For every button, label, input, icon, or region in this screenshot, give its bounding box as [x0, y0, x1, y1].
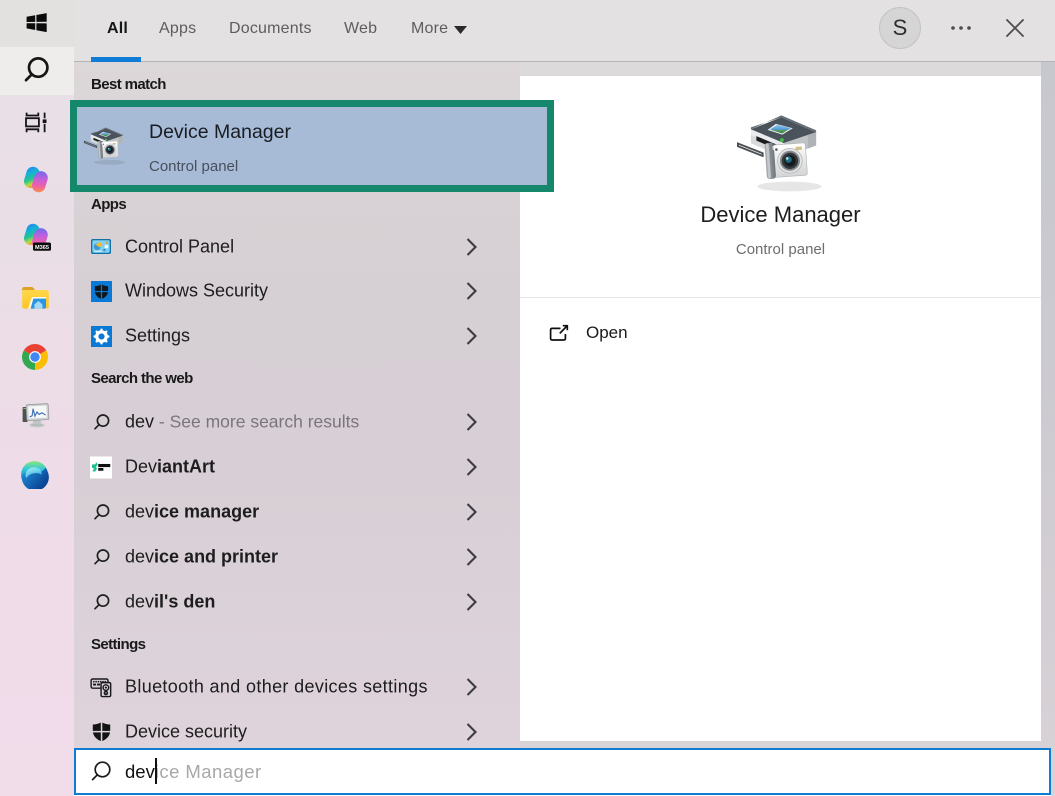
svg-text:M365: M365: [35, 245, 49, 251]
